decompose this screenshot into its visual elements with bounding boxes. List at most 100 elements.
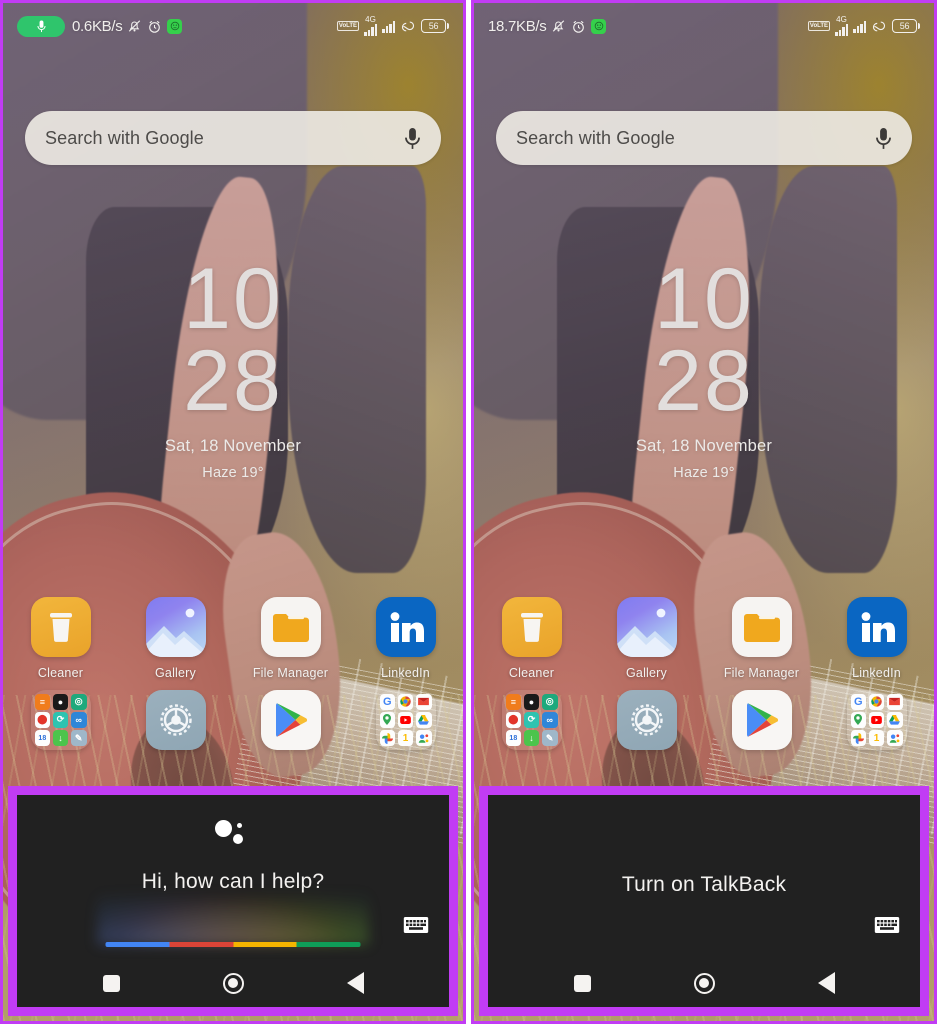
app-google-folder[interactable]: G 1 xyxy=(819,690,934,759)
google-assistant-panel[interactable]: Hi, how can I help? xyxy=(17,795,449,1007)
circle-home-icon[interactable] xyxy=(693,972,715,994)
mini-gmail-icon xyxy=(886,694,903,710)
app-label: LinkedIn xyxy=(852,666,901,680)
app-label: File Manager xyxy=(723,666,800,680)
mini-icon: ⟳ xyxy=(523,712,540,728)
clock-widget[interactable]: 10 28 Sat, 18 November Haze 19° xyxy=(3,256,463,481)
mini-icon: ◎ xyxy=(70,694,87,710)
mini-google-one-icon: 1 xyxy=(397,730,414,746)
mini-google-icon: G xyxy=(850,694,867,710)
mini-icon: ● xyxy=(52,694,69,710)
battery-icon: 56 xyxy=(421,19,449,33)
app-settings[interactable] xyxy=(118,690,233,759)
mini-icon: ⬤ xyxy=(505,712,522,728)
assistant-glow xyxy=(97,883,369,945)
app-file-manager[interactable]: File Manager xyxy=(704,597,819,680)
mini-icon: ↓ xyxy=(523,730,540,746)
navigation-bar xyxy=(17,959,449,1007)
app-gallery[interactable]: Gallery xyxy=(118,597,233,680)
app-tools-folder[interactable]: ≡ ● ◎ ⬤ ⟳ ∞ 18 ↓ ✎ xyxy=(3,690,118,759)
app-settings[interactable] xyxy=(589,690,704,759)
clock-weather: Haze 19° xyxy=(202,465,264,481)
clock-date: Sat, 18 November xyxy=(635,437,773,455)
clock-weather: Haze 19° xyxy=(673,465,735,481)
mini-google-icon: G xyxy=(379,694,396,710)
app-linkedin[interactable]: LinkedIn xyxy=(819,597,934,680)
clock-date: Sat, 18 November xyxy=(164,437,302,455)
app-gallery[interactable]: Gallery xyxy=(589,597,704,680)
green-app-chip-icon xyxy=(167,18,183,34)
play-store-icon xyxy=(731,690,792,750)
triangle-back-icon[interactable] xyxy=(817,972,835,994)
mini-chrome-icon xyxy=(868,694,885,710)
app-label: LinkedIn xyxy=(381,666,430,680)
battery-level-label: 56 xyxy=(892,19,917,33)
app-cleaner[interactable]: Cleaner xyxy=(3,597,118,680)
app-label: Cleaner xyxy=(37,666,84,680)
search-mic-icon[interactable] xyxy=(404,127,421,150)
mini-icon: ◎ xyxy=(541,694,558,710)
search-input[interactable]: Search with Google xyxy=(45,128,404,149)
app-tools-folder[interactable]: ≡ ● ◎ ⬤ ⟳ ∞ 18 ↓ ✎ xyxy=(474,690,589,759)
mini-icon: ● xyxy=(523,694,540,710)
phone-screenshot-left: 0.6KB/s VoLTE 4G 56 Search with Google 1… xyxy=(0,0,466,1024)
file-manager-icon xyxy=(731,597,792,657)
assistant-highlight-box: Hi, how can I help? xyxy=(8,786,458,1016)
google-search-bar[interactable]: Search with Google xyxy=(496,111,912,165)
mini-youtube-icon xyxy=(397,712,414,728)
mini-maps-icon xyxy=(379,712,396,728)
square-recents-icon[interactable] xyxy=(102,974,120,992)
network-speed-label: 18.7KB/s xyxy=(488,17,547,35)
app-linkedin[interactable]: LinkedIn xyxy=(348,597,463,680)
app-play-store[interactable] xyxy=(704,690,819,759)
battery-level-label: 56 xyxy=(421,19,446,33)
mini-icon: ↓ xyxy=(52,730,69,746)
app-cleaner[interactable]: Cleaner xyxy=(474,597,589,680)
data-saver-icon xyxy=(400,19,416,34)
mini-photos-icon xyxy=(379,730,396,746)
clock-widget[interactable]: 10 28 Sat, 18 November Haze 19° xyxy=(474,256,934,481)
google-assistant-panel[interactable]: Turn on TalkBack xyxy=(488,795,920,1007)
cleaner-icon xyxy=(30,597,91,657)
app-grid: Cleaner Gallery File Manager LinkedIn ≡ … xyxy=(474,597,934,759)
mini-icon: ✎ xyxy=(70,730,87,746)
mini-icon: ⬤ xyxy=(34,712,51,728)
app-play-store[interactable] xyxy=(233,690,348,759)
mini-icon: ≡ xyxy=(505,694,522,710)
mini-chrome-icon xyxy=(397,694,414,710)
assistant-highlight-box: Turn on TalkBack xyxy=(479,786,929,1016)
settings-icon xyxy=(616,690,677,750)
volte-icon: VoLTE xyxy=(336,21,359,31)
square-recents-icon[interactable] xyxy=(573,974,591,992)
search-input[interactable]: Search with Google xyxy=(516,128,875,149)
google-folder-icon: G 1 xyxy=(846,690,907,750)
triangle-back-icon[interactable] xyxy=(346,972,364,994)
assistant-prompt: Turn on TalkBack xyxy=(621,873,787,896)
battery-icon: 56 xyxy=(892,19,920,33)
app-label: Cleaner xyxy=(508,666,555,680)
clock-minute: 28 xyxy=(654,333,754,429)
sim2-signal-icon xyxy=(382,20,395,33)
settings-icon xyxy=(145,690,206,750)
sim2-signal-icon xyxy=(853,20,866,33)
network-speed-label: 0.6KB/s xyxy=(72,17,123,35)
linkedin-icon xyxy=(846,597,907,657)
clock-minute: 28 xyxy=(183,333,283,429)
google-folder-icon: G 1 xyxy=(375,690,436,750)
google-search-bar[interactable]: Search with Google xyxy=(25,111,441,165)
navigation-bar xyxy=(488,959,920,1007)
status-bar: 18.7KB/s VoLTE 4G 56 xyxy=(474,3,934,49)
circle-home-icon[interactable] xyxy=(222,972,244,994)
phone-screenshot-right: 18.7KB/s VoLTE 4G 56 Search with Google … xyxy=(471,0,937,1024)
mute-bell-icon xyxy=(551,18,566,34)
mini-google-one-icon: 1 xyxy=(868,730,885,746)
assistant-mic-pill-icon xyxy=(17,15,65,37)
search-mic-icon[interactable] xyxy=(875,127,892,150)
app-file-manager[interactable]: File Manager xyxy=(233,597,348,680)
mini-contacts-icon xyxy=(415,730,432,746)
keyboard-icon[interactable] xyxy=(403,915,429,935)
app-google-folder[interactable]: G 1 xyxy=(348,690,463,759)
mute-bell-icon xyxy=(127,18,142,34)
sim1-signal-icon: 4G xyxy=(364,16,377,36)
keyboard-icon[interactable] xyxy=(874,915,900,935)
